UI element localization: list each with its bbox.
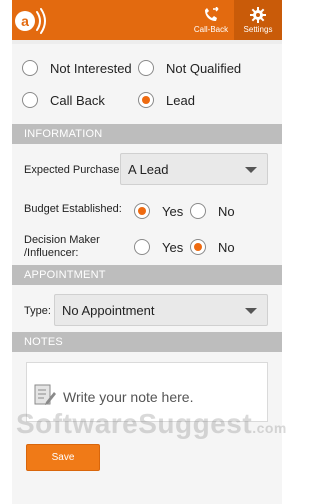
type-label: Type: [24, 305, 51, 317]
section-appointment: APPOINTMENT [12, 265, 282, 285]
radio-label: Call Back [50, 92, 105, 108]
section-information: INFORMATION [12, 124, 282, 144]
radio-circle[interactable] [190, 203, 206, 219]
decision-label-line2: /Influencer: [24, 247, 79, 259]
decision-yes-radio[interactable]: Yes [134, 239, 183, 255]
watermark: SoftwareSuggest.com [16, 408, 287, 440]
section-notes: NOTES [12, 332, 282, 352]
callback-button[interactable]: Call-Back [190, 0, 232, 40]
top-divider [12, 40, 282, 44]
expected-purchase-value: A Lead [128, 162, 169, 177]
decision-maker-label: Decision Maker /Influencer: [24, 234, 100, 260]
budget-no-radio[interactable]: No [190, 203, 235, 219]
radio-circle[interactable] [134, 239, 150, 255]
watermark-suffix: .com [252, 420, 287, 436]
settings-button[interactable]: Settings [234, 0, 282, 40]
decision-label-line1: Decision Maker [24, 234, 100, 246]
radio-label: No [218, 203, 235, 219]
appointment-type-select[interactable]: No Appointment [54, 294, 268, 326]
radio-circle-selected[interactable] [134, 203, 150, 219]
radio-circle[interactable] [138, 60, 154, 76]
radio-not-interested[interactable]: Not Interested [22, 60, 132, 76]
budget-yes-radio[interactable]: Yes [134, 203, 183, 219]
radio-circle-selected[interactable] [138, 92, 154, 108]
radio-label: No [218, 239, 235, 255]
svg-text:a: a [21, 13, 29, 29]
budget-label: Budget Established: [24, 203, 122, 215]
logo-icon: a [15, 8, 46, 34]
expected-purchase-select[interactable]: A Lead [120, 153, 268, 185]
callback-icon [205, 6, 219, 21]
settings-label: Settings [243, 24, 273, 34]
watermark-text: SoftwareSuggest [16, 408, 253, 439]
radio-lead[interactable]: Lead [138, 92, 195, 108]
radio-label: Not Interested [50, 60, 132, 76]
radio-not-qualified[interactable]: Not Qualified [138, 60, 241, 76]
top-bar: a Call-Back Settings [12, 0, 282, 40]
radio-label: Yes [162, 239, 184, 255]
callback-label: Call-Back [193, 24, 229, 34]
decision-no-radio[interactable]: No [190, 239, 235, 255]
gear-icon [250, 6, 266, 23]
save-button[interactable]: Save [26, 444, 100, 471]
note-icon [34, 384, 56, 405]
radio-label: Yes [162, 203, 184, 219]
caret-down-icon [245, 308, 257, 314]
caret-down-icon [245, 167, 257, 173]
radio-circle[interactable] [22, 60, 38, 76]
radio-circle[interactable] [22, 92, 38, 108]
radio-label: Lead [166, 92, 195, 108]
radio-circle-selected[interactable] [190, 239, 206, 255]
radio-call-back[interactable]: Call Back [22, 92, 105, 108]
app-frame: a Call-Back Settings Not Interested Not … [12, 0, 286, 504]
expected-purchase-label: Expected Purchase: [24, 164, 123, 176]
notes-placeholder: Write your note here. [63, 389, 194, 405]
radio-label: Not Qualified [166, 60, 242, 76]
appointment-type-value: No Appointment [62, 303, 155, 318]
